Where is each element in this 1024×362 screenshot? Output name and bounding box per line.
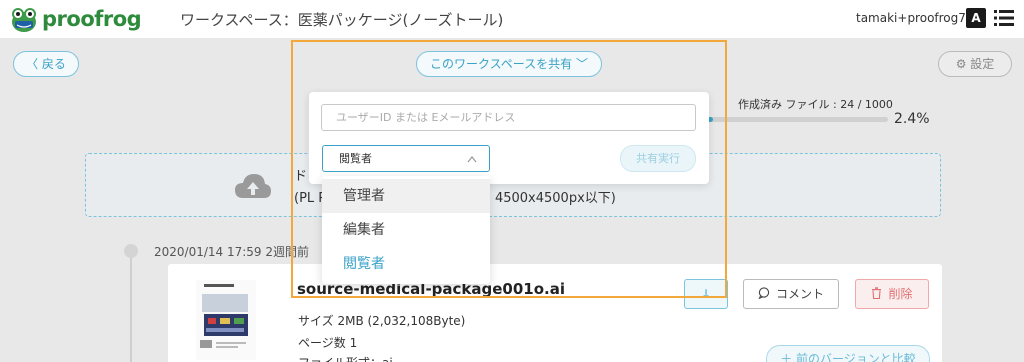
cloud-upload-icon [235, 174, 271, 198]
delete-button[interactable]: 削除 [855, 279, 929, 309]
dropzone-text: ド [294, 169, 308, 184]
file-size: サイズ 2MB (2,032,108Byte) [298, 312, 465, 329]
role-dropdown-menu: 管理者 編集者 閲覧者 [322, 176, 490, 284]
user-name[interactable]: tamaki+proofrog7 [856, 11, 966, 25]
file-thumbnail[interactable] [196, 280, 256, 360]
comment-label: コメント [775, 287, 824, 301]
file-size-label: サイズ [298, 314, 334, 328]
role-option-viewer[interactable]: 閲覧者 [322, 247, 490, 281]
app-header: proofrog ワークスペース：医薬パッケージ(ノーズトール) tamaki+… [0, 0, 1024, 38]
compare-previous-button[interactable]: ＋ 前のバージョンと比較 [766, 345, 930, 362]
user-id-email-input[interactable] [321, 104, 696, 131]
download-icon: ↓ [700, 287, 712, 301]
role-select-value: 閲覧者 [339, 152, 372, 165]
role-option-admin[interactable]: 管理者 [322, 179, 490, 213]
logo-text: proofrog [42, 7, 142, 31]
menu-icon[interactable] [994, 9, 1014, 27]
delete-label: 削除 [888, 287, 913, 301]
back-button[interactable]: 〈 戻る [13, 51, 79, 77]
translate-icon[interactable]: A [966, 8, 986, 28]
translate-label: A [971, 11, 981, 25]
file-size-value: 2MB (2,032,108Byte) [337, 314, 466, 328]
workspace-title: ワークスペース：医薬パッケージ(ノーズトール) [180, 11, 504, 29]
chevron-up-icon [467, 156, 477, 163]
file-pages-value: 1 [349, 336, 358, 350]
comment-icon [758, 287, 770, 300]
app-logo[interactable]: proofrog [10, 5, 142, 33]
comment-button[interactable]: コメント [743, 279, 839, 309]
timeline-dot [124, 244, 138, 258]
file-pages-label: ページ数 [298, 336, 346, 350]
file-pages: ページ数 1 [298, 334, 357, 351]
file-format: ファイル形式：ai [298, 354, 393, 362]
share-execute-button[interactable]: 共有実行 [620, 145, 696, 172]
progress-label: 作成済み ファイル : 24 / 1000 [738, 98, 893, 111]
trash-icon [872, 287, 882, 300]
role-option-editor[interactable]: 編集者 [322, 213, 490, 247]
timeline-line [130, 250, 132, 362]
frog-logo-icon [12, 8, 36, 32]
progress-bar [706, 117, 888, 122]
download-button[interactable]: ↓ [684, 279, 728, 309]
share-workspace-button[interactable]: このワークスペースを共有 ﹀ [416, 51, 602, 77]
progress-percent: 2.4% [894, 111, 930, 127]
version-timestamp: 2020/01/14 17:59 2週間前 [154, 245, 310, 259]
role-select[interactable]: 閲覧者 [322, 145, 490, 172]
settings-button[interactable]: ⚙ 設定 [938, 51, 1012, 77]
